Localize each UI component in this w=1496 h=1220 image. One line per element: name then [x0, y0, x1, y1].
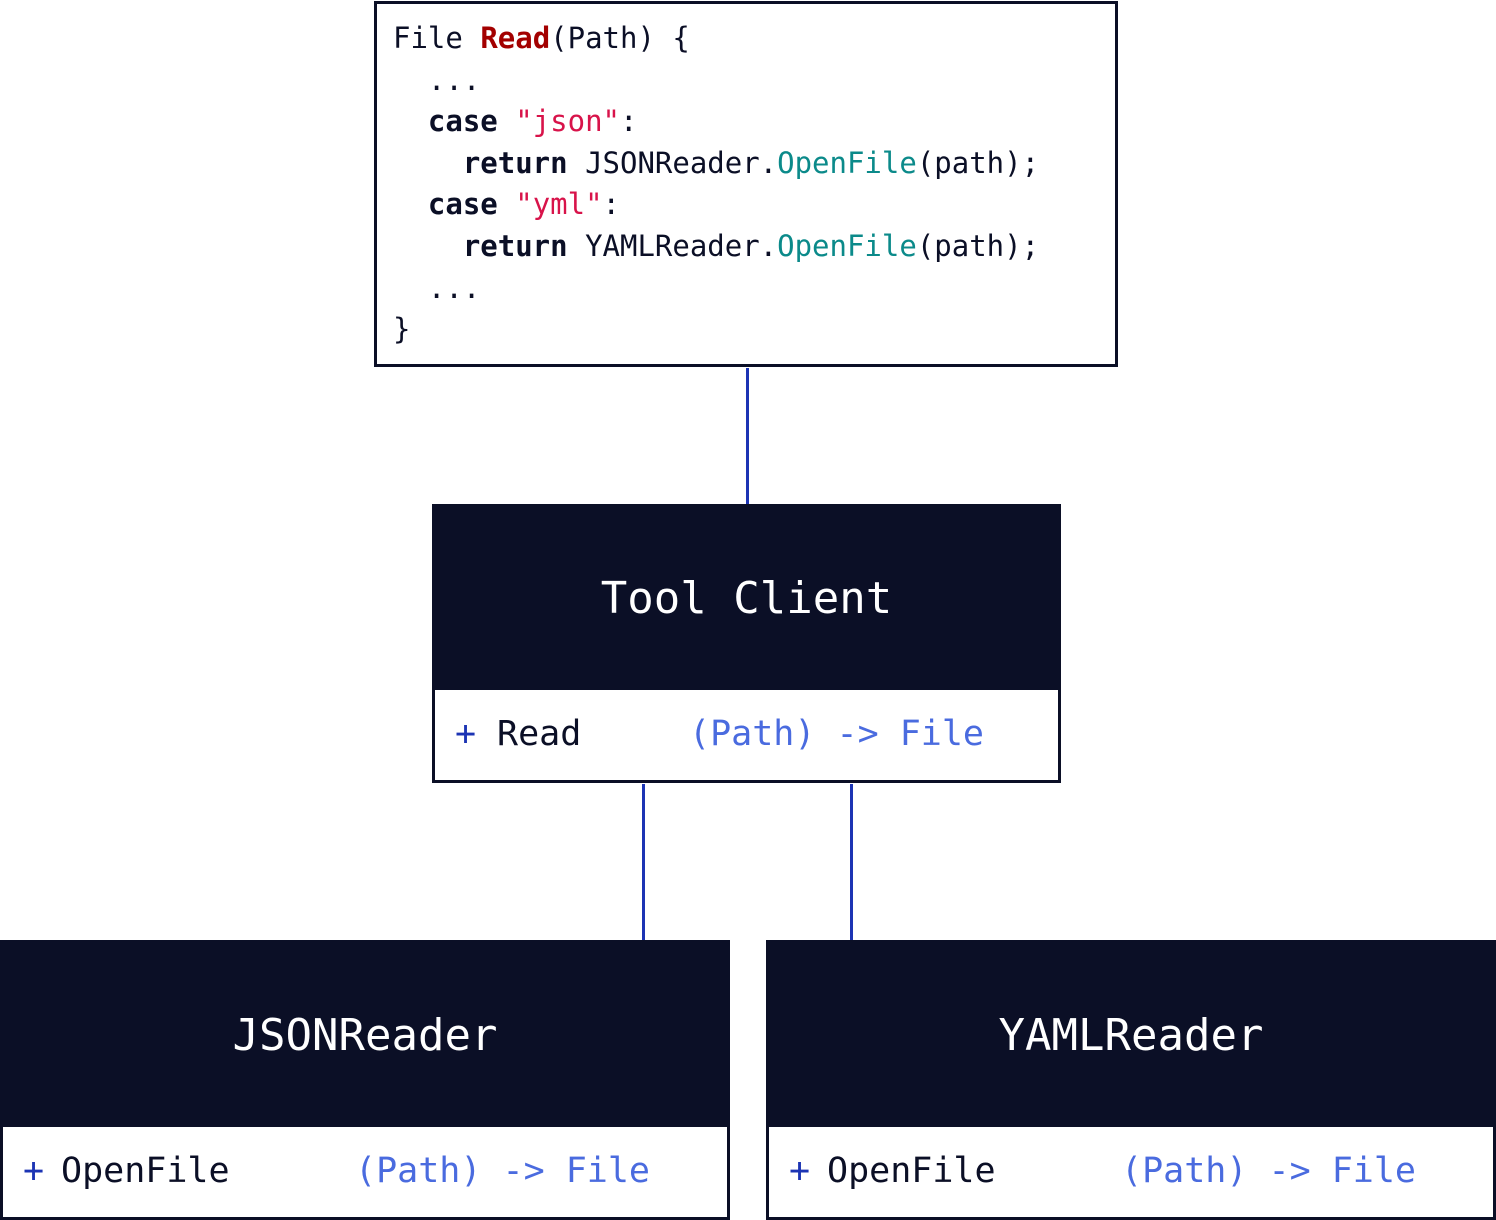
- code-token: ...: [393, 270, 481, 305]
- tool-client-class-title: Tool Client: [600, 573, 893, 624]
- tool-client-class-header: Tool Client: [435, 507, 1058, 690]
- code-token: case: [427, 104, 498, 139]
- code-line: }: [393, 312, 410, 346]
- code-token: :: [620, 104, 638, 139]
- yaml-reader-class-title: YAMLReader: [998, 1009, 1264, 1061]
- code-token: "json": [515, 104, 620, 139]
- yaml-reader-method-row: + OpenFile (Path) -> File: [769, 1127, 1493, 1217]
- code-token: OpenFile: [777, 145, 917, 180]
- code-token: File: [393, 21, 481, 55]
- connector-tool-client-to-json-reader: [642, 784, 645, 940]
- code-line: return JSONReader.OpenFile(path);: [393, 146, 1039, 180]
- code-line: case "yml":: [393, 187, 620, 221]
- code-token: (Path) {: [550, 21, 690, 55]
- code-line: ...: [393, 63, 480, 97]
- method-signature: (Path) -> File: [689, 714, 985, 754]
- code-token: ...: [393, 62, 481, 97]
- public-visibility-icon: +: [789, 1151, 811, 1191]
- code-token: YAMLReader.: [567, 228, 778, 263]
- code-line: return YAMLReader.OpenFile(path);: [393, 229, 1039, 263]
- code-token: :: [602, 187, 621, 222]
- connector-code-to-tool-client: [746, 368, 749, 504]
- method-signature: (Path) -> File: [1121, 1151, 1417, 1191]
- json-reader-class-box: JSONReader + OpenFile (Path) -> File: [0, 940, 730, 1220]
- method-name: Read: [497, 714, 582, 754]
- method-signature: (Path) -> File: [355, 1151, 651, 1191]
- code-token: }: [393, 312, 411, 347]
- code-token: JSONReader.: [567, 145, 778, 180]
- json-reader-class-header: JSONReader: [3, 943, 727, 1127]
- code-line: case "json":: [393, 104, 638, 139]
- tool-client-class-box: Tool Client + Read (Path) -> File: [432, 504, 1061, 783]
- method-name: OpenFile: [827, 1151, 996, 1191]
- code-token: OpenFile: [777, 228, 917, 263]
- code-token: Read: [480, 21, 551, 55]
- public-visibility-icon: +: [455, 714, 477, 754]
- yaml-reader-class-header: YAMLReader: [769, 943, 1493, 1127]
- json-reader-class-title: JSONReader: [232, 1009, 498, 1061]
- code-line: File Read(Path) {: [393, 21, 690, 55]
- tool-client-method-row: + Read (Path) -> File: [435, 690, 1058, 780]
- json-reader-method-row: + OpenFile (Path) -> File: [3, 1127, 727, 1217]
- public-visibility-icon: +: [23, 1151, 45, 1191]
- code-token: return: [462, 145, 568, 180]
- code-snippet: File Read(Path) { ... case "json": retur…: [393, 18, 1039, 351]
- yaml-reader-class-box: YAMLReader + OpenFile (Path) -> File: [766, 940, 1496, 1220]
- connector-tool-client-to-yaml-reader: [850, 784, 853, 940]
- code-token: (path);: [916, 228, 1040, 263]
- code-line: ...: [393, 271, 480, 305]
- code-token: "yml": [515, 187, 603, 222]
- method-name: OpenFile: [61, 1151, 230, 1191]
- code-token: (path);: [916, 145, 1040, 180]
- code-snippet-box: File Read(Path) { ... case "json": retur…: [374, 1, 1118, 367]
- code-token: return: [462, 228, 568, 263]
- code-token: case: [427, 187, 498, 222]
